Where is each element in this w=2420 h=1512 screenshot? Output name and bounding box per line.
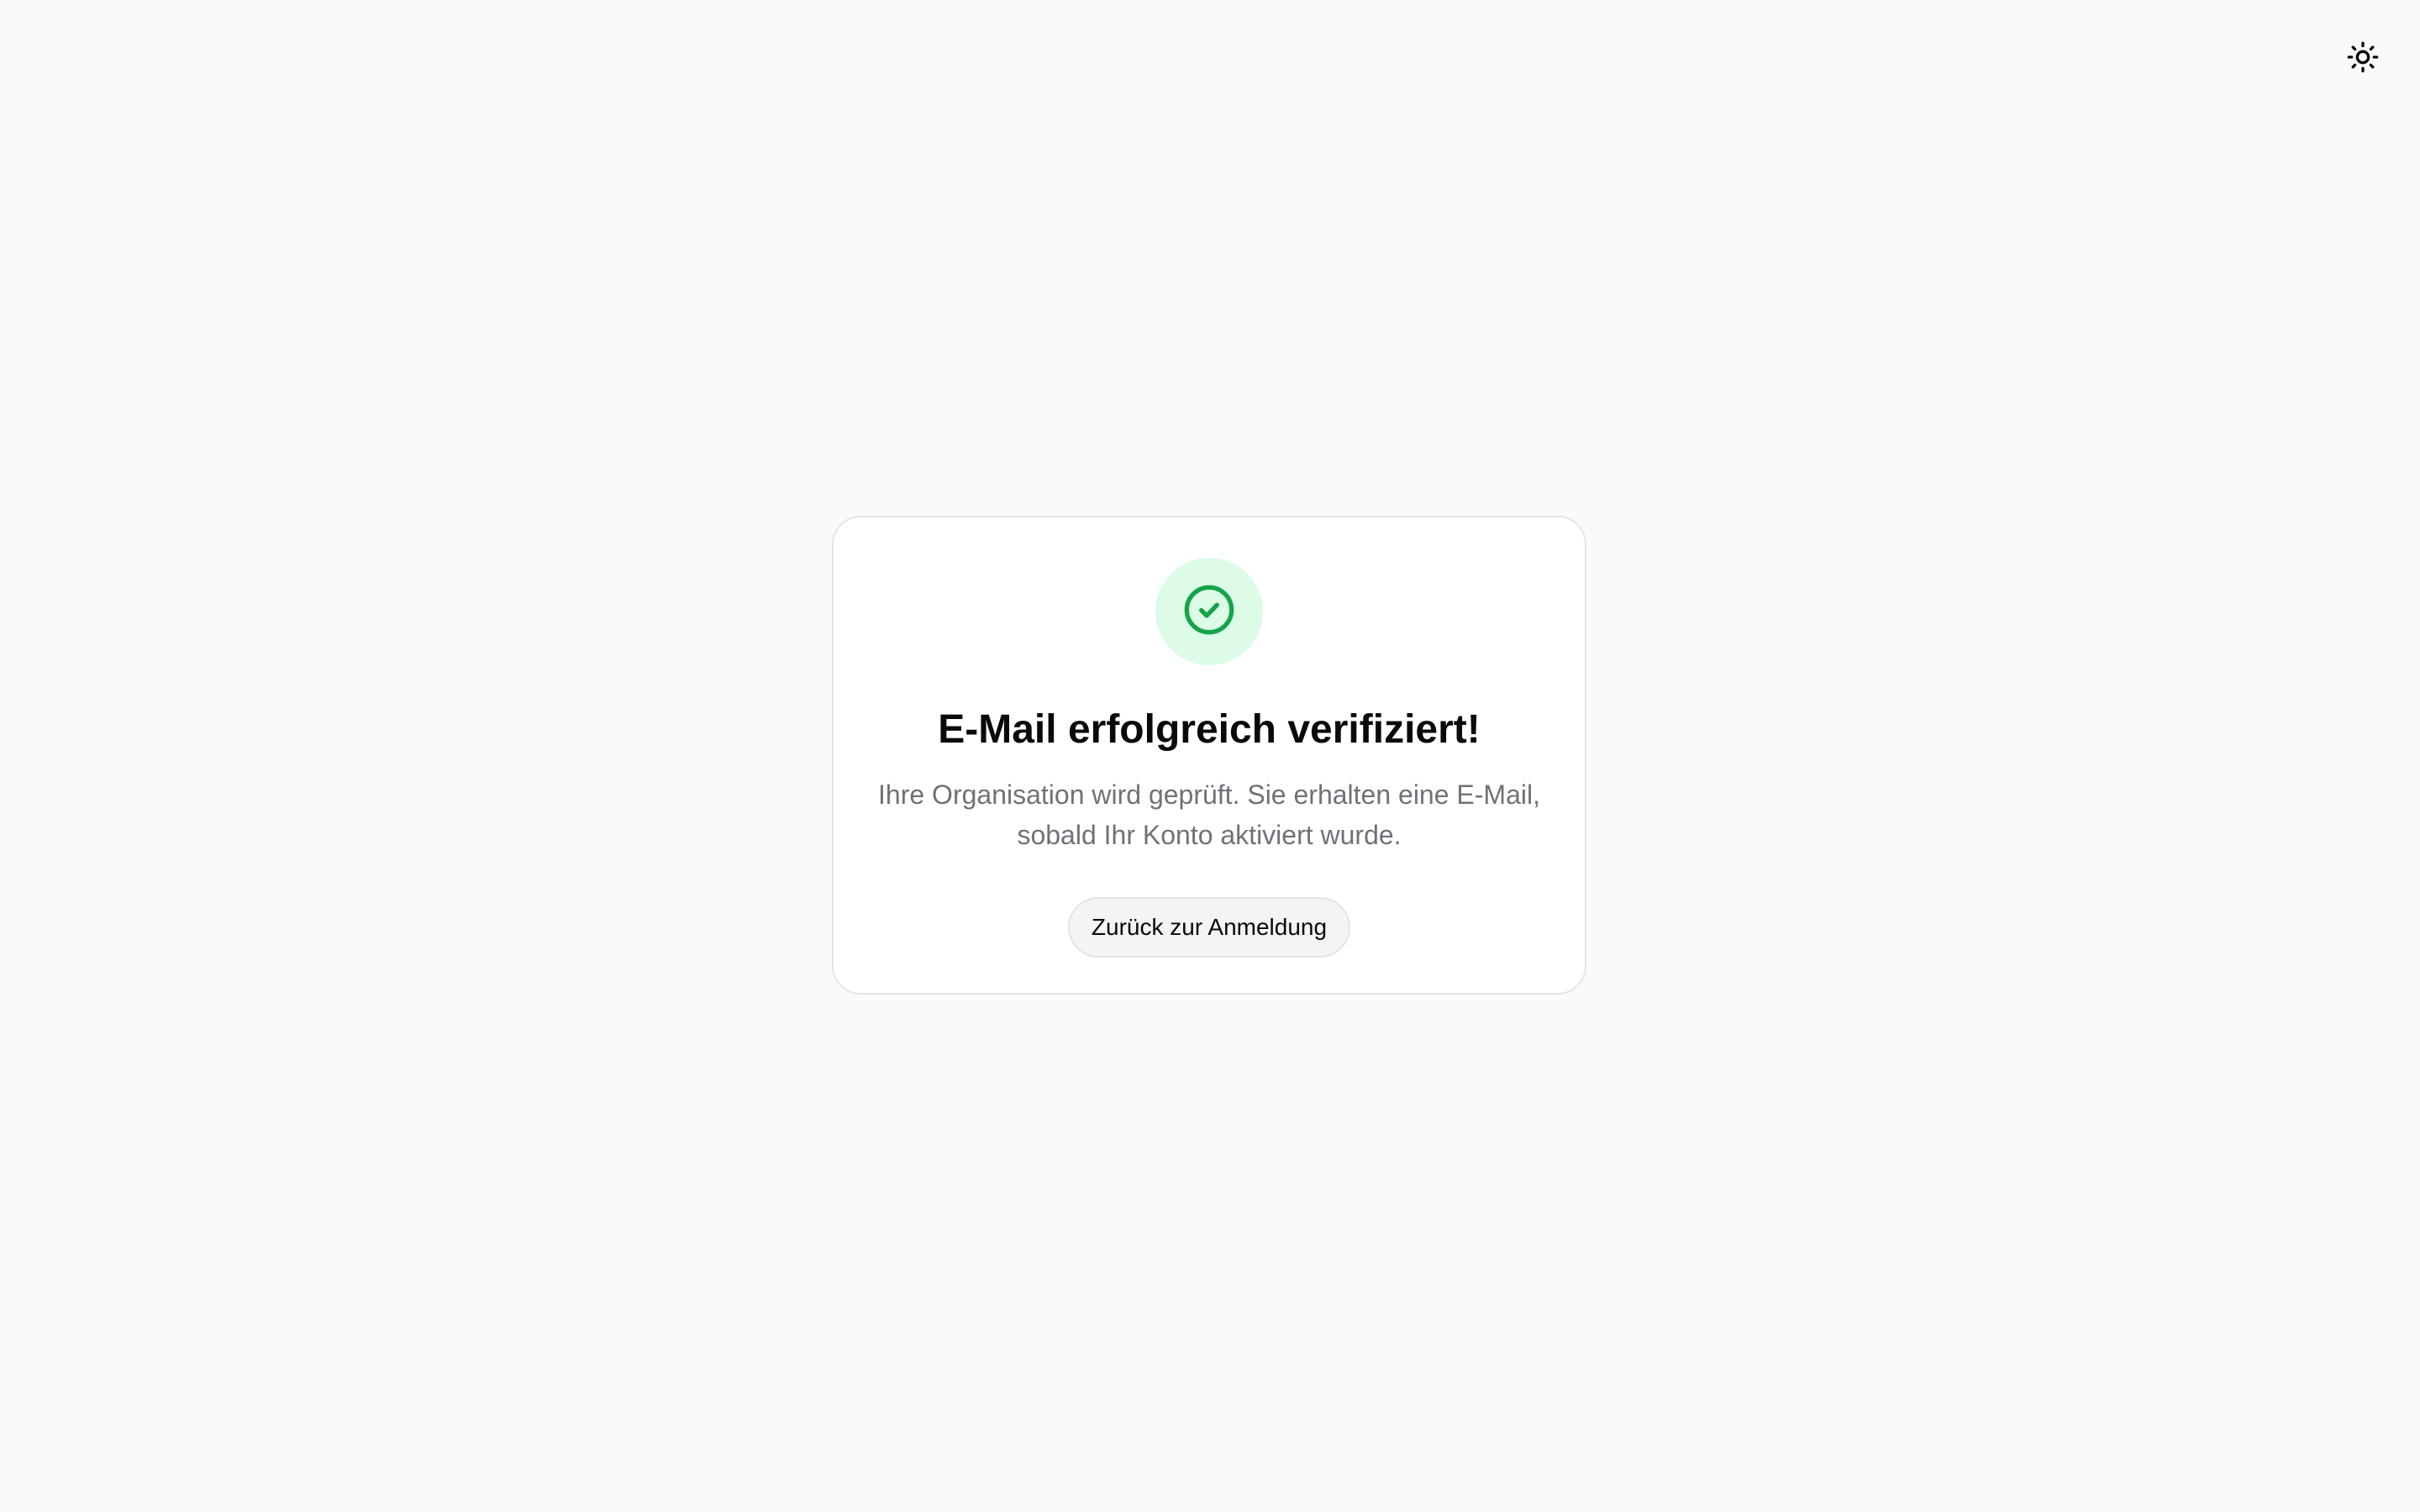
theme-toggle-button[interactable] [2341,37,2385,81]
sun-icon [2346,40,2380,78]
check-circle-icon [1182,583,1236,641]
success-badge [1155,558,1263,665]
page-title: E-Mail erfolgreich verifiziert! [938,707,1481,752]
status-description: Ihre Organisation wird geprüft. Sie erha… [878,779,1540,850]
back-to-login-button[interactable]: Zurück zur Anmeldung [1067,896,1351,958]
verification-card: E-Mail erfolgreich verifiziert! Ihre Org… [832,516,1586,995]
